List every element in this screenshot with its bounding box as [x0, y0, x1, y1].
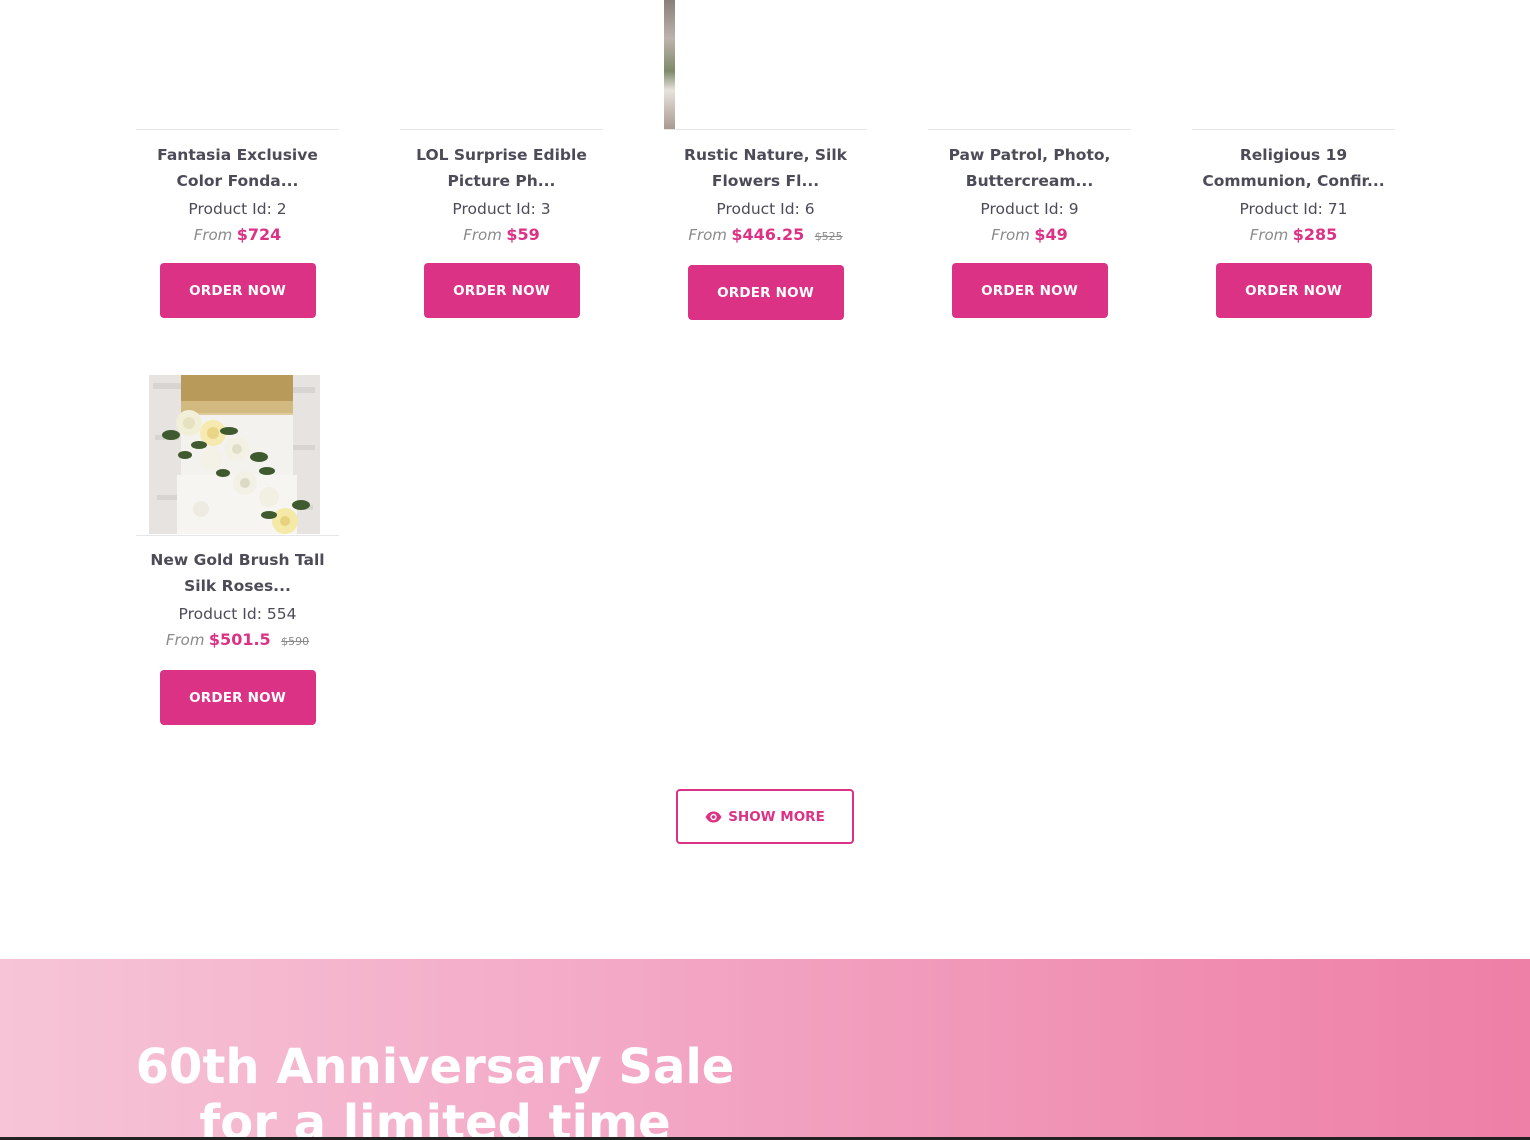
show-more-label: SHOW MORE — [728, 808, 825, 825]
price: $285 — [1292, 225, 1338, 244]
product-card: Rustic Nature, Silk Flowers Fl... Produc… — [664, 0, 867, 320]
price: $49 — [1034, 225, 1068, 244]
product-id: Product Id: 6 — [716, 200, 815, 218]
order-now-button[interactable]: ORDER NOW — [687, 265, 844, 320]
price-line: From $285 — [1192, 224, 1395, 247]
from-label: From — [463, 226, 502, 244]
price-line: From $724 — [136, 224, 339, 247]
from-label: From — [165, 631, 205, 649]
product-title[interactable]: Fantasia Exclusive Color Fonda... — [136, 142, 339, 194]
price: $724 — [236, 225, 282, 244]
product-id: Product Id: 3 — [452, 200, 551, 218]
product-image[interactable] — [928, 0, 1131, 130]
price-line: From $49 — [928, 224, 1131, 247]
price-line: From $446.25 $525 — [664, 224, 867, 248]
product-card: Paw Patrol, Photo, Buttercream... Produc… — [928, 0, 1131, 318]
price: $59 — [506, 225, 540, 244]
cake-photo — [149, 375, 320, 534]
old-price: $525 — [814, 230, 843, 243]
product-id: Product Id: 71 — [1239, 200, 1348, 218]
from-label: From — [688, 226, 727, 244]
order-now-button[interactable]: ORDER NOW — [159, 263, 316, 318]
order-now-button[interactable]: ORDER NOW — [159, 670, 316, 725]
eye-icon — [705, 811, 722, 823]
order-now-button[interactable]: ORDER NOW — [951, 263, 1108, 318]
product-image[interactable] — [400, 0, 603, 130]
product-id: Product Id: 9 — [980, 200, 1079, 218]
product-title[interactable]: New Gold Brush Tall Silk Roses... — [136, 547, 339, 599]
product-id: Product Id: 554 — [178, 605, 297, 623]
product-card: Fantasia Exclusive Color Fonda... Produc… — [136, 0, 339, 318]
from-label: From — [1249, 226, 1289, 244]
product-image[interactable] — [136, 375, 339, 536]
from-label: From — [193, 226, 233, 244]
banner-title: 60th Anniversary Sale for a limited time — [135, 1039, 735, 1140]
order-now-button[interactable]: ORDER NOW — [1215, 263, 1372, 318]
from-label: From — [991, 226, 1030, 244]
product-image[interactable] — [1192, 0, 1395, 130]
price-line: From $59 — [400, 224, 603, 247]
show-more-button[interactable]: SHOW MORE — [676, 789, 854, 844]
order-now-button[interactable]: ORDER NOW — [423, 263, 580, 318]
price-line: From $501.5 $590 — [136, 629, 339, 653]
price: $446.25 — [731, 225, 805, 244]
product-title[interactable]: LOL Surprise Edible Picture Ph... — [400, 142, 603, 194]
price: $501.5 — [208, 630, 271, 649]
product-card: LOL Surprise Edible Picture Ph... Produc… — [400, 0, 603, 318]
sale-banner: 60th Anniversary Sale for a limited time — [0, 959, 1530, 1140]
product-image[interactable] — [664, 0, 867, 130]
old-price: $590 — [281, 635, 310, 648]
product-image[interactable] — [136, 0, 339, 130]
product-title[interactable]: Paw Patrol, Photo, Buttercream... — [928, 142, 1131, 194]
product-card: Religious 19 Communion, Confir... Produc… — [1192, 0, 1395, 318]
product-card: New Gold Brush Tall Silk Roses... Produc… — [136, 375, 339, 725]
product-photo-edge — [664, 0, 675, 129]
product-id: Product Id: 2 — [188, 200, 287, 218]
product-title[interactable]: Rustic Nature, Silk Flowers Fl... — [664, 142, 867, 194]
product-title[interactable]: Religious 19 Communion, Confir... — [1192, 142, 1395, 194]
